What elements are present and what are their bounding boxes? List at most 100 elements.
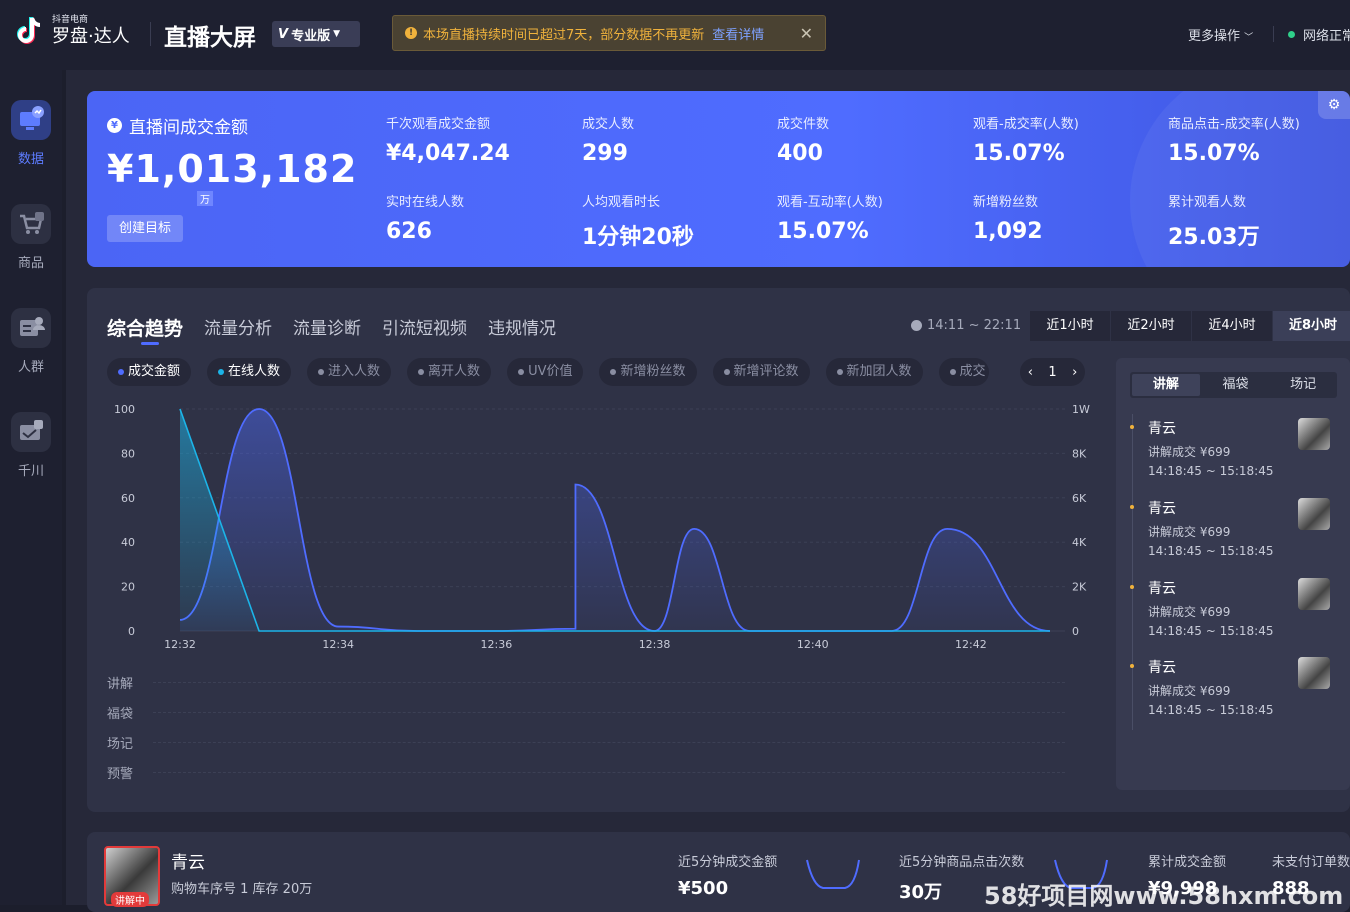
dot-icon bbox=[1130, 425, 1134, 429]
metric-label: 近5分钟商品点击次数 bbox=[899, 855, 1025, 870]
sidebar-item-audience[interactable]: 人群 bbox=[0, 308, 62, 375]
status-dot-icon bbox=[1288, 31, 1295, 38]
tab-notes[interactable]: 场记 bbox=[1269, 372, 1337, 398]
tab-luckybag[interactable]: 福袋 bbox=[1202, 372, 1270, 398]
dot-icon bbox=[418, 368, 425, 375]
brand-logo[interactable]: 抖音电商 罗盘·达人 bbox=[12, 14, 130, 48]
item-time: 14:18:45 ~ 15:18:45 bbox=[1148, 703, 1274, 717]
row-line bbox=[153, 712, 1065, 713]
row-line bbox=[153, 772, 1065, 773]
ads-icon bbox=[11, 412, 51, 452]
item-desc: 讲解成交 ¥699 bbox=[1148, 684, 1231, 698]
tab-explain[interactable]: 讲解 bbox=[1132, 374, 1200, 396]
y2-tick-label: 0 bbox=[1072, 625, 1079, 638]
divider bbox=[1273, 26, 1274, 42]
sidebar-item-label: 数据 bbox=[17, 152, 44, 167]
top-bar: 抖音电商 罗盘·达人 直播大屏 V 专业版 ▼ ! 本场直播持续时间已超过7天，… bbox=[0, 0, 1350, 70]
events-panel: 讲解 福袋 场记 青云 讲解成交 ¥699 14:18:45 ~ 15:18:45 … bbox=[1116, 358, 1350, 790]
page-number: 1 bbox=[1048, 364, 1057, 380]
chevron-left-icon[interactable]: ‹ bbox=[1028, 365, 1033, 380]
chip-gmv[interactable]: 成交金额 bbox=[107, 358, 192, 386]
watermark: 58好项目网www.58hxm.com bbox=[984, 882, 1344, 910]
row-line bbox=[153, 682, 1065, 683]
create-goal-button[interactable]: 创建目标 bbox=[107, 215, 183, 242]
chip-group[interactable]: 新加团人数 bbox=[825, 358, 923, 386]
sparkline bbox=[806, 859, 860, 889]
chip-deal[interactable]: 成交 bbox=[938, 358, 989, 386]
metric-label: 累计观看人数 bbox=[1168, 195, 1247, 210]
range-8h[interactable]: 近8小时 bbox=[1273, 311, 1350, 341]
metric-new-fans: 新增粉丝数 1,092 bbox=[973, 191, 1043, 244]
gmv-value: ¥1,013,182 bbox=[107, 147, 358, 191]
events-tabs: 讲解 福袋 场记 bbox=[1130, 372, 1337, 398]
range-4h[interactable]: 近4小时 bbox=[1192, 311, 1273, 341]
sidebar-item-product[interactable]: 商品 bbox=[0, 204, 62, 271]
sidebar-item-data[interactable]: 数据 bbox=[0, 100, 62, 167]
chip-pager: ‹ 1 › bbox=[1020, 358, 1085, 386]
chip-online[interactable]: 在线人数 bbox=[207, 358, 292, 386]
dot-icon bbox=[518, 368, 525, 375]
product-info: 购物车序号 1 库存 20万 bbox=[171, 882, 313, 897]
series-area-gmv bbox=[180, 409, 1050, 631]
metric-value: 1分钟20秒 bbox=[582, 225, 694, 250]
range-2h[interactable]: 近2小时 bbox=[1111, 311, 1192, 341]
tab-violations[interactable]: 违规情况 bbox=[488, 314, 556, 341]
row-label-explain: 讲解 bbox=[107, 677, 134, 692]
clock-icon bbox=[911, 320, 922, 331]
more-actions-label: 更多操作 bbox=[1188, 29, 1241, 44]
sidebar-item-label: 商品 bbox=[17, 256, 44, 271]
cart-icon bbox=[11, 204, 51, 244]
metric-value: 400 bbox=[777, 141, 823, 166]
caret-down-icon: ▼ bbox=[333, 29, 340, 39]
y-tick-label: 80 bbox=[121, 447, 135, 460]
chip-uv[interactable]: UV价值 bbox=[507, 358, 584, 386]
x-tick-label: 12:34 bbox=[322, 638, 354, 651]
chip-label: 新增粉丝数 bbox=[620, 364, 686, 379]
brand-name: 罗盘·达人 bbox=[52, 26, 130, 47]
product-thumbnail bbox=[1298, 498, 1330, 530]
tab-traffic[interactable]: 流量分析 bbox=[204, 314, 272, 341]
sidebar-item-label: 人群 bbox=[17, 360, 44, 375]
metric-label: 观看-互动率(人数) bbox=[777, 195, 883, 210]
chip-leave[interactable]: 离开人数 bbox=[407, 358, 492, 386]
divider bbox=[150, 22, 151, 46]
sidebar-item-qianchuan[interactable]: 千川 bbox=[0, 412, 62, 479]
x-tick-label: 12:40 bbox=[797, 638, 829, 651]
chevron-right-icon[interactable]: › bbox=[1072, 365, 1077, 380]
metric-label: 商品点击-成交率(人数) bbox=[1168, 117, 1300, 132]
close-icon[interactable]: ✕ bbox=[800, 24, 813, 43]
metric-watch-time: 人均观看时长 1分钟20秒 bbox=[582, 191, 694, 251]
x-tick-label: 12:36 bbox=[481, 638, 513, 651]
product-metric: 近5分钟成交金额 ¥500 bbox=[678, 851, 777, 899]
chip-fans[interactable]: 新增粉丝数 bbox=[599, 358, 697, 386]
more-actions-dropdown[interactable]: 更多操作 ﹀ bbox=[1188, 25, 1253, 44]
item-desc: 讲解成交 ¥699 bbox=[1148, 445, 1231, 459]
gmv-label-text: 直播间成交金额 bbox=[129, 118, 248, 138]
item-time: 14:18:45 ~ 15:18:45 bbox=[1148, 464, 1274, 478]
item-name: 青云 bbox=[1148, 581, 1176, 597]
y2-tick-label: 1W bbox=[1072, 403, 1090, 416]
chip-enter[interactable]: 进入人数 bbox=[307, 358, 392, 386]
range-1h[interactable]: 近1小时 bbox=[1030, 311, 1111, 341]
tab-short-video[interactable]: 引流短视频 bbox=[382, 314, 467, 341]
page-title: 直播大屏 bbox=[164, 25, 256, 51]
metric-interact: 观看-互动率(人数) 15.07% bbox=[777, 191, 883, 244]
dot-icon bbox=[1130, 664, 1134, 668]
y2-tick-label: 6K bbox=[1072, 492, 1087, 505]
metric-label: 人均观看时长 bbox=[582, 195, 661, 210]
notice-detail-link[interactable]: 查看详情 bbox=[712, 24, 764, 43]
edition-label: 专业版 bbox=[291, 28, 331, 44]
gear-icon[interactable]: ⚙ bbox=[1318, 91, 1350, 119]
chip-comments[interactable]: 新增评论数 bbox=[712, 358, 810, 386]
tab-diagnosis[interactable]: 流量诊断 bbox=[293, 314, 361, 341]
item-name: 青云 bbox=[1148, 660, 1176, 676]
tab-overall[interactable]: 综合趋势 bbox=[107, 314, 183, 345]
y2-tick-label: 2K bbox=[1072, 581, 1087, 594]
edition-dropdown[interactable]: V 专业版 ▼ bbox=[272, 21, 360, 47]
item-name: 青云 bbox=[1148, 421, 1176, 437]
time-range-text: 14:11 ~ 22:11 bbox=[927, 318, 1022, 333]
metric-label: 累计成交金额 bbox=[1148, 855, 1227, 870]
item-time: 14:18:45 ~ 15:18:45 bbox=[1148, 624, 1274, 638]
chip-label: 在线人数 bbox=[228, 364, 281, 379]
y-tick-label: 0 bbox=[128, 625, 135, 638]
